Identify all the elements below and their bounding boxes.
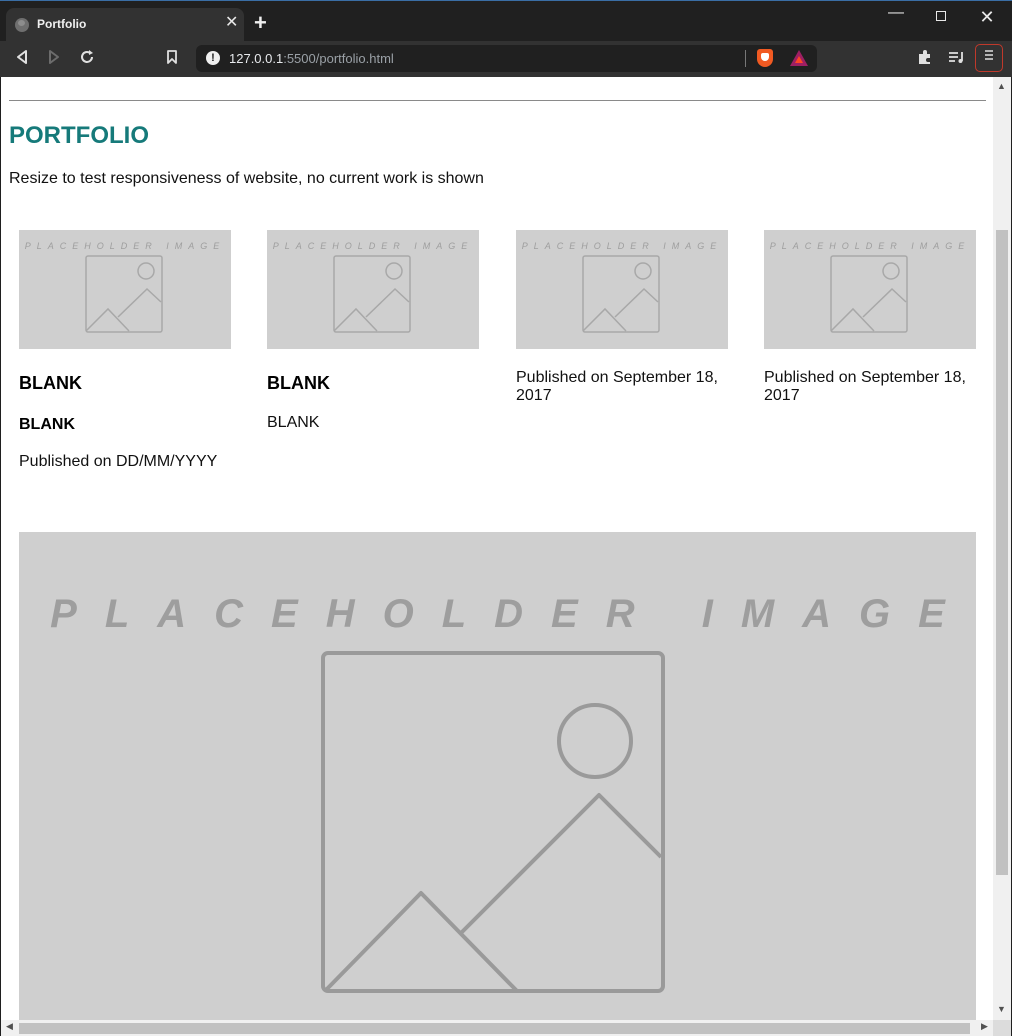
placeholder-image: PLACEHOLDER IMAGE xyxy=(764,230,976,349)
placeholder-label: PLACEHOLDER IMAGE xyxy=(50,592,973,636)
image-icon xyxy=(321,651,665,993)
placeholder-label: PLACEHOLDER IMAGE xyxy=(769,241,971,251)
portfolio-card: PLACEHOLDER IMAGE Published on September… xyxy=(516,230,728,405)
image-icon xyxy=(830,255,908,333)
placeholder-image: PLACEHOLDER IMAGE xyxy=(516,230,728,349)
featured-placeholder-image: PLACEHOLDER IMAGE xyxy=(19,532,976,1020)
menu-icon xyxy=(985,50,993,60)
horizontal-scrollbar[interactable]: ◀ ▶ xyxy=(1,1020,993,1036)
card-subheading: BLANK xyxy=(19,416,75,433)
section-divider xyxy=(9,100,986,101)
card-heading: BLANK xyxy=(19,373,82,393)
brave-rewards-icon[interactable] xyxy=(790,50,808,66)
card-heading: BLANK xyxy=(267,373,330,393)
tab-portfolio[interactable]: Portfolio ✕ xyxy=(6,8,244,41)
image-icon xyxy=(85,255,163,333)
tab-title: Portfolio xyxy=(37,17,87,31)
card-body: BLANK xyxy=(267,414,320,431)
close-window-button[interactable]: ✕ xyxy=(964,8,1010,26)
scroll-right-icon[interactable]: ▶ xyxy=(981,1021,988,1032)
site-info-icon[interactable]: ! xyxy=(206,51,220,65)
new-tab-button[interactable]: + xyxy=(254,12,267,34)
browser-window: Portfolio ✕ + — ✕ ! 127.0.0.1:5500/portf… xyxy=(0,0,1012,1036)
url-host: 127.0.0.1 xyxy=(229,51,284,66)
bookmark-icon[interactable] xyxy=(166,49,178,70)
vertical-scroll-thumb[interactable] xyxy=(996,230,1008,875)
image-icon xyxy=(582,255,660,333)
card-published-date: Published on DD/MM/YYYY xyxy=(19,453,218,470)
image-icon xyxy=(333,255,411,333)
back-icon[interactable] xyxy=(15,49,29,70)
tab-close-icon[interactable]: ✕ xyxy=(225,15,238,31)
address-bar-divider xyxy=(745,50,746,67)
scrollbar-corner xyxy=(993,1020,1011,1036)
portfolio-card: PLACEHOLDER IMAGE BLANK BLANK xyxy=(267,230,479,432)
maximize-button[interactable] xyxy=(918,9,964,25)
scroll-up-icon[interactable]: ▲ xyxy=(997,81,1006,91)
minimize-button[interactable]: — xyxy=(873,5,919,21)
placeholder-label: PLACEHOLDER IMAGE xyxy=(24,241,226,251)
card-published-date: Published on September 18, 2017 xyxy=(516,369,718,404)
page-subtitle: Resize to test responsiveness of website… xyxy=(9,170,484,187)
playlist-icon[interactable] xyxy=(948,49,966,70)
vertical-scrollbar[interactable]: ▲ ▼ xyxy=(993,77,1011,1020)
title-bar: Portfolio ✕ + — ✕ xyxy=(0,1,1012,41)
url-path: :5500/portfolio.html xyxy=(283,51,394,66)
portfolio-card: PLACEHOLDER IMAGE Published on September… xyxy=(764,230,976,405)
address-bar[interactable]: ! 127.0.0.1:5500/portfolio.html xyxy=(196,45,817,72)
extensions-icon[interactable] xyxy=(917,49,933,70)
maximize-icon xyxy=(936,11,946,21)
page-viewport: PORTFOLIO Resize to test responsiveness … xyxy=(1,77,993,1020)
globe-icon xyxy=(15,18,29,32)
reload-icon[interactable] xyxy=(79,49,95,70)
card-published-date: Published on September 18, 2017 xyxy=(764,369,966,404)
page-title: PORTFOLIO xyxy=(9,122,149,149)
portfolio-card: PLACEHOLDER IMAGE BLANK BLANK Published … xyxy=(19,230,231,471)
placeholder-image: PLACEHOLDER IMAGE xyxy=(19,230,231,349)
placeholder-label: PLACEHOLDER IMAGE xyxy=(521,241,723,251)
horizontal-scroll-thumb[interactable] xyxy=(19,1023,970,1034)
url-text: 127.0.0.1:5500/portfolio.html xyxy=(229,51,394,66)
placeholder-label: PLACEHOLDER IMAGE xyxy=(272,241,474,251)
scroll-left-icon[interactable]: ◀ xyxy=(6,1021,13,1032)
browser-toolbar: ! 127.0.0.1:5500/portfolio.html xyxy=(0,41,1012,77)
brave-shields-icon[interactable] xyxy=(757,49,773,67)
placeholder-image: PLACEHOLDER IMAGE xyxy=(267,230,479,349)
forward-icon[interactable] xyxy=(47,49,61,70)
scroll-down-icon[interactable]: ▼ xyxy=(997,1004,1006,1014)
menu-button[interactable] xyxy=(975,44,1003,72)
